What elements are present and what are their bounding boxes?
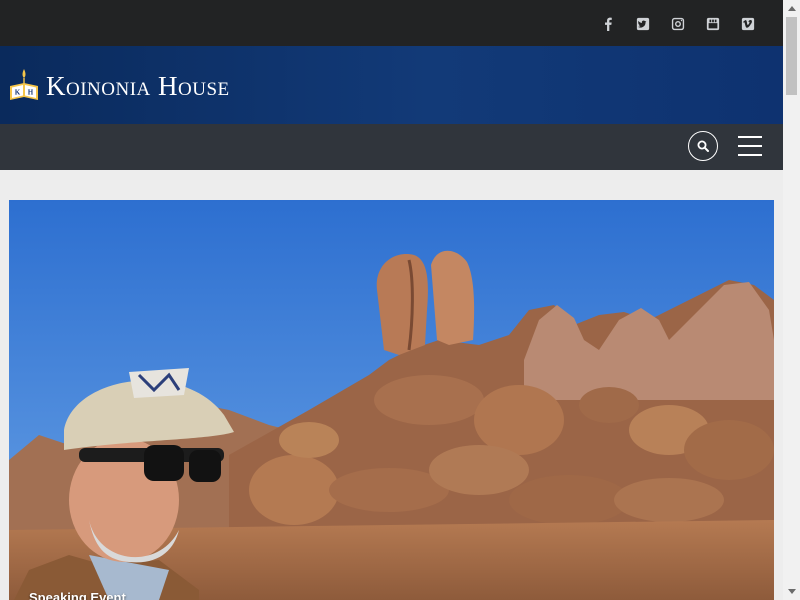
svg-text:H: H (28, 89, 34, 97)
page-scrollbar[interactable] (783, 0, 800, 600)
twitter-icon (636, 17, 649, 31)
hamburger-menu-icon-line (738, 145, 762, 147)
hamburger-menu-button[interactable] (738, 136, 762, 158)
chevron-up-icon (787, 6, 796, 11)
hamburger-menu-icon-line (738, 154, 762, 156)
facebook-icon (604, 17, 612, 31)
lamp-book-icon: K H (10, 69, 38, 100)
facebook-link[interactable] (590, 15, 625, 33)
scroll-up-button[interactable] (783, 0, 800, 17)
vimeo-icon (741, 17, 754, 31)
search-icon (697, 140, 709, 152)
instagram-link[interactable] (660, 15, 695, 33)
twitter-link[interactable] (625, 15, 660, 33)
site-logo[interactable]: K H Koinonia House (9, 68, 230, 104)
vimeo-link[interactable] (730, 15, 765, 33)
main-navbar (0, 124, 783, 170)
instagram-icon (671, 17, 684, 31)
hero-image[interactable]: Speaking Event (9, 200, 774, 600)
youtube-icon (706, 17, 719, 31)
scrollbar-thumb[interactable] (786, 17, 797, 95)
social-links (590, 15, 765, 33)
search-button[interactable] (688, 131, 718, 161)
scroll-down-button[interactable] (783, 583, 800, 600)
chevron-down-icon (787, 589, 796, 594)
svg-text:K: K (15, 89, 21, 97)
brand-header: K H Koinonia House (0, 46, 783, 124)
brand-name: Koinonia House (46, 70, 230, 101)
hamburger-menu-icon-line (738, 136, 762, 138)
desert-rock-scene (9, 200, 774, 600)
top-social-bar (0, 0, 783, 46)
youtube-link[interactable] (695, 15, 730, 33)
hero-caption: Speaking Event (29, 590, 126, 600)
